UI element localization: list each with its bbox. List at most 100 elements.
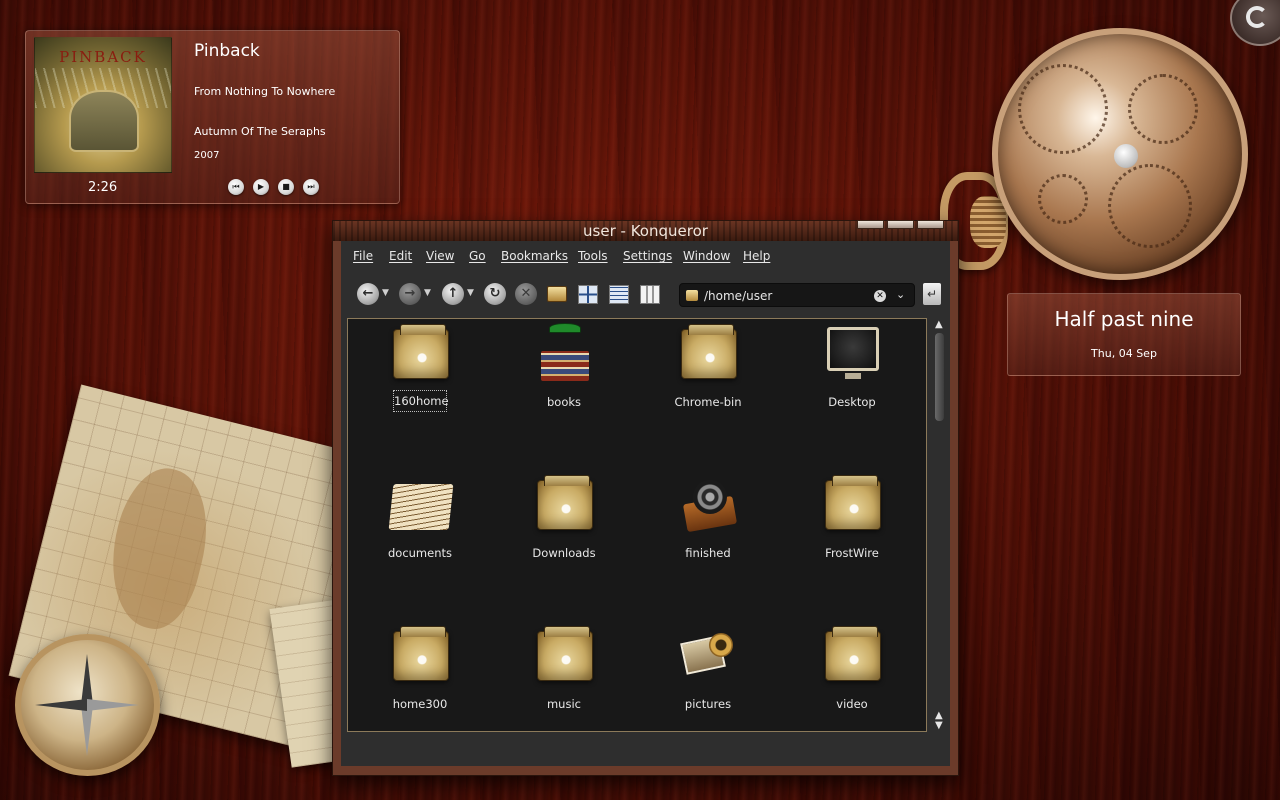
file-label: finished xyxy=(685,546,731,560)
scroll-up-icon[interactable]: ▲ xyxy=(935,319,943,330)
now-playing-widget: PINBACK Pinback From Nothing To Nowhere … xyxy=(25,30,400,204)
playback-controls: ⏮ ▶ ■ ⏭ xyxy=(228,179,319,195)
menu-file[interactable]: File xyxy=(353,249,373,263)
scroll-thumb[interactable] xyxy=(935,333,944,421)
clock-date-text: Thu, 04 Sep xyxy=(1091,347,1157,360)
window-buttons xyxy=(857,220,944,229)
watch-center-pin xyxy=(1114,144,1138,168)
file-item-finished[interactable]: finished xyxy=(643,470,773,570)
artist-name: Pinback xyxy=(194,41,260,61)
menu-view[interactable]: View xyxy=(426,249,454,263)
menu-help[interactable]: Help xyxy=(743,249,770,263)
folder-icon xyxy=(537,475,593,530)
books-icon xyxy=(541,323,589,381)
reload-icon[interactable]: ↻ xyxy=(484,283,506,305)
map-landmass xyxy=(95,459,222,637)
file-label: books xyxy=(546,395,582,409)
compass-decoration xyxy=(15,634,160,776)
menu-bar: File Edit View Go Bookmarks Tools Settin… xyxy=(341,241,950,271)
file-label: video xyxy=(836,697,868,711)
file-item-160home[interactable]: 160home xyxy=(355,319,485,419)
window-body: File Edit View Go Bookmarks Tools Settin… xyxy=(341,241,950,766)
folder-icon xyxy=(393,626,449,681)
forward-history-dropdown[interactable]: ▼ xyxy=(424,288,431,298)
file-label: home300 xyxy=(392,697,448,711)
elapsed-time: 2:26 xyxy=(88,180,118,195)
file-label: pictures xyxy=(684,697,732,711)
back-history-dropdown[interactable]: ▼ xyxy=(382,288,389,298)
up-history-dropdown[interactable]: ▼ xyxy=(467,288,474,298)
menu-bookmarks[interactable]: Bookmarks xyxy=(501,249,568,263)
vertical-scrollbar[interactable]: ▲ ▲ ▼ xyxy=(933,319,947,733)
play-button[interactable]: ▶ xyxy=(253,179,269,195)
file-label: 160home xyxy=(393,390,449,412)
pocket-watch-clock xyxy=(992,28,1248,280)
folder-icon xyxy=(681,324,737,379)
stop-icon[interactable]: ✕ xyxy=(515,283,537,305)
previous-button[interactable]: ⏮ xyxy=(228,179,244,195)
location-text[interactable]: /home/user xyxy=(704,289,772,303)
file-label: Downloads xyxy=(532,546,596,560)
album-art: PINBACK xyxy=(34,37,172,173)
window-titlebar[interactable]: user - Konqueror xyxy=(333,220,958,241)
album-art-title: PINBACK xyxy=(59,48,147,66)
file-item-books[interactable]: books xyxy=(499,319,629,419)
minimize-button[interactable] xyxy=(857,220,884,229)
file-item-home300[interactable]: home300 xyxy=(355,621,485,721)
film-reel-icon xyxy=(681,478,738,533)
next-button[interactable]: ⏭ xyxy=(303,179,319,195)
menu-settings[interactable]: Settings xyxy=(623,249,672,263)
location-bar[interactable]: /home/user ✕ ⌄ xyxy=(679,283,915,307)
file-item-desktop[interactable]: Desktop xyxy=(787,319,917,419)
menu-edit[interactable]: Edit xyxy=(389,249,412,263)
desktop-toolbox-button[interactable] xyxy=(1230,0,1280,46)
file-item-downloads[interactable]: Downloads xyxy=(499,470,629,570)
menu-window[interactable]: Window xyxy=(683,249,730,263)
file-item-chrome-bin[interactable]: Chrome-bin xyxy=(643,319,773,419)
album-year: 2007 xyxy=(194,150,220,161)
cashew-icon xyxy=(1246,6,1268,28)
folder-icon xyxy=(825,475,881,530)
documents-icon xyxy=(388,484,454,530)
file-label: documents xyxy=(387,546,452,560)
scroll-down-icon[interactable]: ▲ ▼ xyxy=(935,711,943,731)
file-label: Chrome-bin xyxy=(674,395,742,409)
maximize-button[interactable] xyxy=(887,220,914,229)
album-name: From Nothing To Nowhere xyxy=(194,85,336,98)
watch-crown xyxy=(970,196,1006,248)
file-item-music[interactable]: music xyxy=(499,621,629,721)
compass-needle xyxy=(35,699,139,711)
home-folder-icon[interactable] xyxy=(547,286,567,302)
photos-icon xyxy=(680,631,737,679)
column-view-icon[interactable] xyxy=(640,285,660,304)
file-label: music xyxy=(546,697,581,711)
icon-view-icon[interactable] xyxy=(578,285,598,304)
folder-icon xyxy=(825,626,881,681)
close-button[interactable] xyxy=(917,220,944,229)
file-item-video[interactable]: video xyxy=(787,621,917,721)
file-label: FrostWire xyxy=(825,546,879,560)
file-item-documents[interactable]: documents xyxy=(355,470,485,570)
location-history-dropdown[interactable]: ⌄ xyxy=(896,288,905,301)
clock-time-text: Half past nine xyxy=(1054,307,1194,331)
monitor-icon xyxy=(827,327,879,371)
clock-widget: Half past nine Thu, 04 Sep xyxy=(1007,293,1241,376)
folder-icon xyxy=(537,626,593,681)
folder-icon xyxy=(393,324,449,379)
forward-arrow-icon[interactable]: → xyxy=(399,283,421,305)
up-arrow-icon[interactable]: ↑ xyxy=(442,283,464,305)
stop-button[interactable]: ■ xyxy=(278,179,294,195)
clear-location-icon[interactable]: ✕ xyxy=(874,290,886,302)
detail-view-icon[interactable] xyxy=(609,285,629,304)
track-name: Autumn Of The Seraphs xyxy=(194,125,326,138)
menu-tools[interactable]: Tools xyxy=(578,249,608,263)
window-title: user - Konqueror xyxy=(583,222,708,240)
menu-go[interactable]: Go xyxy=(469,249,486,263)
go-button[interactable]: ↵ xyxy=(923,283,941,305)
folder-icon xyxy=(686,290,698,301)
file-item-frostwire[interactable]: FrostWire xyxy=(787,470,917,570)
file-item-pictures[interactable]: pictures xyxy=(643,621,773,721)
back-arrow-icon[interactable]: ← xyxy=(357,283,379,305)
file-label: Desktop xyxy=(828,395,876,409)
file-view[interactable]: 160home books Chrome-bin Desktop documen… xyxy=(347,318,927,732)
